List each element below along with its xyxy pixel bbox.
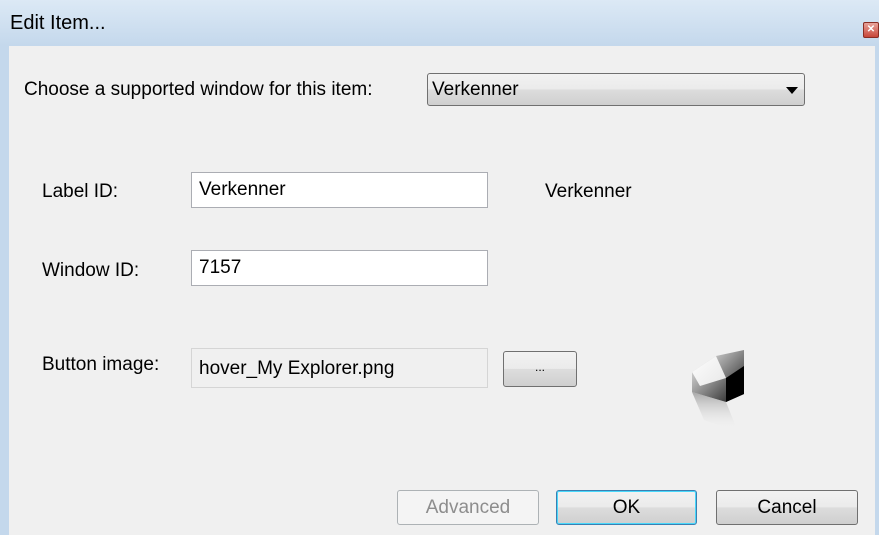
window-select-label: Choose a supported window for this item:	[24, 79, 373, 100]
window-select-dropdown[interactable]: Verkenner	[427, 73, 805, 106]
window-id-field[interactable]: 7157	[191, 250, 488, 286]
window-title: Edit Item...	[10, 12, 106, 34]
window-select-value: Verkenner	[432, 79, 519, 100]
explorer-folder-icon	[686, 348, 746, 434]
window-frame-right	[875, 46, 879, 535]
advanced-button: Advanced	[397, 490, 539, 525]
button-image-label: Button image:	[42, 354, 160, 375]
title-bar[interactable]: Edit Item... ✕	[0, 0, 879, 46]
button-image-field: hover_My Explorer.png	[191, 348, 488, 388]
label-preview-text: Verkenner	[545, 181, 632, 202]
chevron-down-icon	[786, 87, 798, 94]
window-frame-left	[0, 46, 9, 535]
close-icon[interactable]: ✕	[863, 22, 879, 38]
window-id-label: Window ID:	[42, 260, 140, 281]
dialog-body	[9, 46, 875, 535]
ok-button[interactable]: OK	[556, 490, 697, 525]
cancel-button[interactable]: Cancel	[716, 490, 858, 525]
browse-button[interactable]: ...	[503, 351, 577, 387]
label-id-field[interactable]: Verkenner	[191, 172, 488, 208]
edit-item-dialog: Edit Item... ✕ Choose a supported window…	[0, 0, 879, 535]
label-id-label: Label ID:	[42, 181, 119, 202]
